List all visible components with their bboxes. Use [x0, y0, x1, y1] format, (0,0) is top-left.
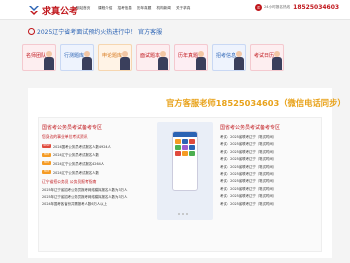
- nav-exam-info[interactable]: 招考信息: [118, 6, 138, 11]
- calendar-row[interactable]: 考试：2025省联考辽宁（笔试时间）: [220, 149, 320, 156]
- calendar-row[interactable]: 考试：2025省联考辽宁（笔试时间）: [220, 141, 320, 148]
- nav-home[interactable]: 网站首页: [76, 6, 98, 11]
- notice-icon: [28, 28, 35, 35]
- nav-about[interactable]: 关于求真: [176, 6, 196, 11]
- list-item[interactable]: 2024年国考各省份共需报考人数6万人以上: [42, 201, 142, 208]
- notice-bar[interactable]: 2025辽宁省考面试预约火热进行中！ 官方客服: [28, 27, 162, 36]
- quicknav-past-papers[interactable]: 历年真题: [174, 44, 208, 71]
- person-illustration: [195, 51, 206, 70]
- left-subtitle[interactable]: 您身边的事业单位考试资讯: [42, 134, 142, 140]
- site-logo[interactable]: 求真公考: [28, 3, 78, 17]
- list-item[interactable]: 2025年辽宁省招考公务员报考网络模拟报名人数为3万人: [42, 194, 142, 201]
- person-illustration: [119, 51, 130, 70]
- quicknav-calendar[interactable]: 考试日历: [250, 44, 284, 71]
- calendar-row[interactable]: 考试：2025省联考辽宁（笔试时间）: [220, 171, 320, 178]
- quicknav-shenlun[interactable]: 申论题库: [98, 44, 132, 71]
- logo-text: 求真公考: [42, 6, 79, 17]
- calendar-row[interactable]: 考试：2025省联考辽宁（笔试时间）: [220, 178, 320, 185]
- calendar-row[interactable]: 考试：2025省联考辽宁（笔试时间）: [220, 201, 320, 208]
- nav-news[interactable]: 机构新闻: [157, 6, 177, 11]
- exam-panel: 国省考公务员考试备考专区 您身边的事业单位考试资讯 NEW 2024国考公务员考试…: [38, 117, 322, 252]
- list-item-text: 2024辽宁公务员考试报名4264人: [53, 161, 105, 166]
- list-item-text: 2024国考公务员考试报名人数4924人: [53, 144, 111, 149]
- person-illustration: [43, 51, 54, 70]
- list-item-text: 2024辽宁公务员考试报名人数: [53, 153, 99, 158]
- list-item-text: 2024辽宁公务员考试报名人数: [53, 170, 99, 175]
- hotline-label: 24小时报名热线: [264, 5, 291, 9]
- right-column: 国省考公务员考试备考专区 考试：2025省联考辽宁（笔试时间） 考试：2025省…: [220, 124, 320, 208]
- person-illustration: [233, 51, 244, 70]
- list-item[interactable]: HOT 2024辽宁公务员考试报名人数: [42, 168, 142, 177]
- app-promo[interactable]: [157, 122, 213, 220]
- notice-text[interactable]: 2025辽宁省考面试预约火热进行中！ 官方客服: [37, 27, 162, 36]
- left-subtitle-2[interactable]: 辽宁省招公务员 公务员报考指南: [42, 179, 142, 185]
- quick-nav: 名师团队 行测题库 申论题库 面试题本 历年真题 招考信息 考试日历: [22, 44, 328, 74]
- right-title: 国省考公务员考试备考专区: [220, 125, 281, 131]
- quicknav-interview[interactable]: 面试题本: [136, 44, 170, 71]
- phone-mockup-icon: [172, 131, 198, 191]
- left-title: 国省考公务员考试备考专区: [42, 125, 103, 131]
- new-badge: NEW: [42, 144, 51, 149]
- phone-icon: ✆: [255, 4, 262, 11]
- hot-badge: HOT: [42, 161, 51, 166]
- person-illustration: [81, 51, 92, 70]
- list-item[interactable]: 2025年辽宁省招考公务员报考网络模拟报名人数为3万人: [42, 187, 142, 194]
- hotline-number[interactable]: 18525034603: [293, 4, 339, 11]
- list-item[interactable]: NEW 2024国考公务员考试报名人数4924人: [42, 142, 142, 151]
- person-illustration: [157, 51, 168, 70]
- quicknav-teachers[interactable]: 名师团队: [22, 44, 56, 71]
- calendar-row[interactable]: 考试：2025省联考辽宁（笔试时间）: [220, 134, 320, 141]
- main-nav: 网站首页 课程介绍 招考信息 历年真题 机构新闻 关于求真: [76, 6, 196, 11]
- left-column: 国省考公务员考试备考专区 您身边的事业单位考试资讯 NEW 2024国考公务员考试…: [42, 124, 142, 207]
- hotline-box: ✆ 24小时报名热线 18525034603: [255, 4, 339, 11]
- top-header: 求真公考 网站首页 课程介绍 招考信息 历年真题 机构新闻 关于求真 ✆ 24小…: [0, 0, 350, 20]
- list-item[interactable]: HOT 2024辽宁公务员考试报名人数: [42, 151, 142, 160]
- nav-courses[interactable]: 课程介绍: [98, 6, 118, 11]
- main-content: 官方客服老师18525034603（微信电话同步） 国省考公务员考试备考专区 您…: [28, 88, 346, 258]
- calendar-row[interactable]: 考试：2025省联考辽宁（笔试时间）: [220, 193, 320, 200]
- person-illustration: [271, 51, 282, 70]
- calendar-row[interactable]: 考试：2025省联考辽宁（笔试时间）: [220, 164, 320, 171]
- hot-badge: HOT: [42, 152, 51, 157]
- logo-icon: [29, 6, 39, 15]
- quicknav-recruit-info[interactable]: 招考信息: [212, 44, 246, 71]
- hot-badge: HOT: [42, 170, 51, 175]
- carousel-dots[interactable]: [178, 213, 188, 215]
- service-hotline[interactable]: 官方客服老师18525034603（微信电话同步）: [166, 97, 346, 109]
- calendar-row[interactable]: 考试：2025省联考辽宁（笔试时间）: [220, 156, 320, 163]
- quicknav-xingce[interactable]: 行测题库: [60, 44, 94, 71]
- calendar-row[interactable]: 考试：2025省联考辽宁（笔试时间）: [220, 186, 320, 193]
- list-item[interactable]: HOT 2024辽宁公务员考试报名4264人: [42, 159, 142, 168]
- nav-past-papers[interactable]: 历年真题: [137, 6, 157, 11]
